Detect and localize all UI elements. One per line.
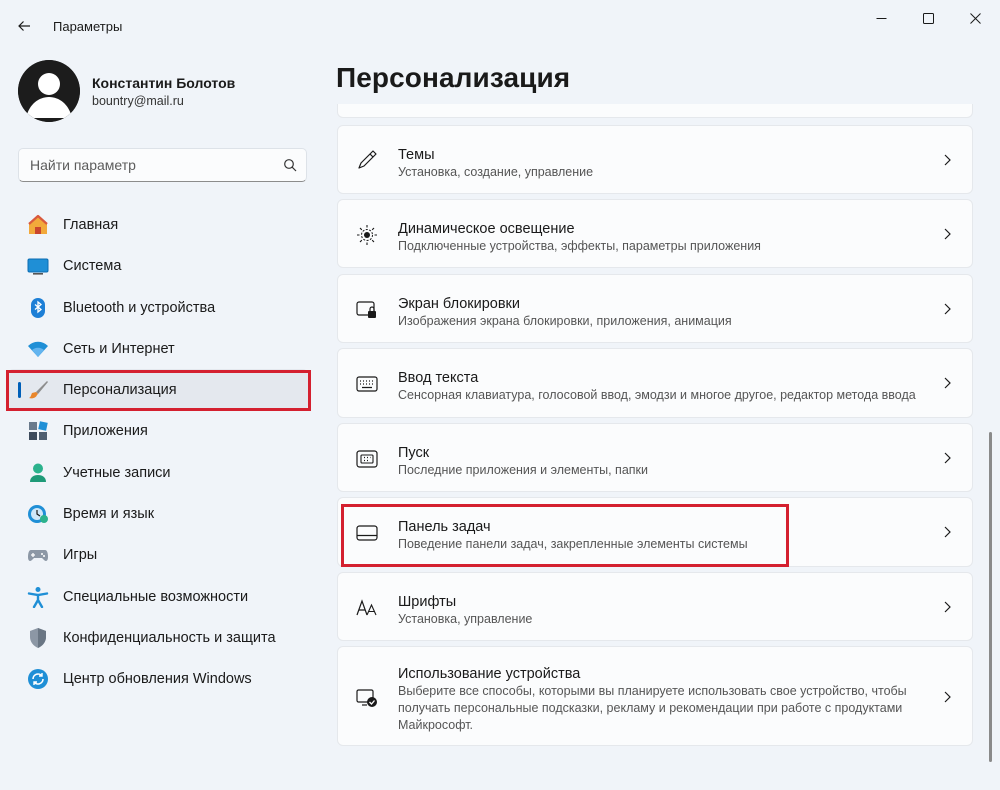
person-icon [30, 463, 46, 482]
highlight-box [6, 370, 311, 411]
sidebar-item-label: Специальные возможности [63, 588, 249, 605]
card-title: Использование устройства [398, 666, 581, 682]
app-title: Параметры [53, 19, 123, 34]
partial-card [337, 104, 973, 118]
apps-icon [29, 421, 48, 441]
close-button[interactable] [952, 3, 998, 33]
search-box[interactable] [18, 148, 307, 182]
chevron-right-icon [944, 377, 951, 389]
maximize-button[interactable] [905, 3, 951, 33]
pen-icon [358, 150, 377, 169]
minimize-button[interactable] [858, 3, 904, 33]
device-usage-icon [356, 689, 377, 707]
sidebar-item-windows-update[interactable]: Центр обновления Windows [8, 658, 308, 699]
sidebar-item-bluetooth[interactable]: Bluetooth и устройства [8, 287, 308, 328]
card-subtitle: Сенсорная клавиатура, голосовой ввод, эм… [398, 388, 916, 402]
chevron-right-icon [944, 601, 951, 613]
setting-card-text-input[interactable]: Ввод текста Сенсорная клавиатура, голосо… [337, 348, 973, 418]
card-title: Пуск [398, 445, 430, 461]
setting-card-device-usage[interactable]: Использование устройства Выберите все сп… [337, 646, 973, 746]
sidebar-item-label: Центр обновления Windows [63, 671, 252, 688]
sidebar-item-label: Приложения [63, 423, 148, 440]
card-subtitle: Подключенные устройства, эффекты, параме… [398, 239, 761, 253]
sidebar-item-time-language[interactable]: Время и язык [8, 493, 308, 534]
sidebar-item-privacy[interactable]: Конфиденциальность и защита [8, 617, 308, 658]
sidebar-item-gaming[interactable]: Игры [8, 534, 308, 575]
card-title: Темы [398, 147, 435, 163]
sidebar-item-apps[interactable]: Приложения [8, 410, 308, 451]
lock-screen-icon [356, 301, 376, 318]
card-subtitle: Изображения экрана блокировки, приложени… [398, 314, 732, 328]
search-icon[interactable] [283, 158, 297, 172]
sidebar-item-home[interactable]: Главная [8, 204, 308, 245]
sidebar-item-system[interactable]: Система [8, 245, 308, 286]
page-title: Персонализация [336, 62, 571, 93]
fonts-icon [356, 599, 377, 616]
home-icon [28, 214, 48, 234]
bluetooth-icon [31, 297, 45, 318]
sidebar-item-label: Сеть и Интернет [63, 340, 175, 357]
chevron-right-icon [944, 228, 951, 240]
arrow-left-icon [18, 21, 30, 31]
card-title: Экран блокировки [398, 296, 520, 312]
setting-card-fonts[interactable]: Шрифты Установка, управление [337, 572, 973, 641]
card-title: Шрифты [398, 594, 457, 610]
clock-globe-icon [28, 505, 48, 524]
chevron-right-icon [944, 526, 951, 538]
setting-card-lock-screen[interactable]: Экран блокировки Изображения экрана блок… [337, 274, 973, 343]
update-icon [28, 669, 48, 690]
setting-card-start[interactable]: Пуск Последние приложения и элементы, па… [337, 423, 973, 492]
sidebar-item-label: Bluetooth и устройства [63, 299, 216, 316]
minimize-icon [876, 17, 886, 19]
maximize-icon [922, 12, 934, 24]
wifi-icon [28, 341, 48, 357]
user-email: bountry@mail.ru [92, 94, 184, 108]
highlight-box [341, 504, 789, 567]
sidebar-item-label: Система [63, 258, 122, 275]
chevron-right-icon [944, 452, 951, 464]
card-title: Динамическое освещение [398, 221, 575, 237]
start-icon [356, 450, 378, 468]
shield-icon [30, 627, 46, 648]
title-bar: Параметры [0, 0, 1000, 40]
keyboard-icon [356, 376, 378, 392]
lighting-icon [357, 225, 377, 245]
scrollbar-thumb[interactable] [989, 432, 992, 762]
sidebar-item-label: Игры [63, 547, 98, 564]
card-title: Ввод текста [398, 370, 479, 386]
sidebar-item-accounts[interactable]: Учетные записи [8, 452, 308, 493]
search-input[interactable] [19, 149, 279, 181]
sidebar-item-accessibility[interactable]: Специальные возможности [8, 576, 308, 617]
setting-card-dynamic-lighting[interactable]: Динамическое освещение Подключенные устр… [337, 199, 973, 268]
sidebar-item-label: Главная [63, 217, 119, 233]
user-name: Константин Болотов [92, 75, 236, 91]
gamepad-icon [28, 550, 48, 562]
user-silhouette-icon [18, 60, 80, 122]
chevron-right-icon [944, 303, 951, 315]
card-subtitle: Выберите все способы, которыми вы планир… [398, 684, 907, 732]
back-button[interactable] [10, 12, 38, 40]
accessibility-icon [27, 586, 49, 608]
card-subtitle: Установка, создание, управление [398, 165, 594, 179]
chevron-right-icon [944, 691, 951, 703]
setting-card-themes[interactable]: Темы Установка, создание, управление [337, 125, 973, 194]
chevron-right-icon [944, 154, 951, 166]
avatar[interactable] [18, 60, 80, 122]
close-icon [969, 12, 981, 24]
sidebar-item-label: Учетные записи [63, 464, 171, 481]
sidebar-item-label: Конфиденциальность и защита [63, 629, 276, 646]
monitor-icon [27, 258, 49, 275]
card-subtitle: Установка, управление [398, 612, 533, 626]
card-subtitle: Последние приложения и элементы, папки [398, 463, 648, 477]
sidebar-nav: Главная Система Bluetooth и устройства С… [8, 204, 308, 700]
sidebar-item-network[interactable]: Сеть и Интернет [8, 328, 308, 369]
sidebar-item-label: Время и язык [63, 506, 155, 523]
